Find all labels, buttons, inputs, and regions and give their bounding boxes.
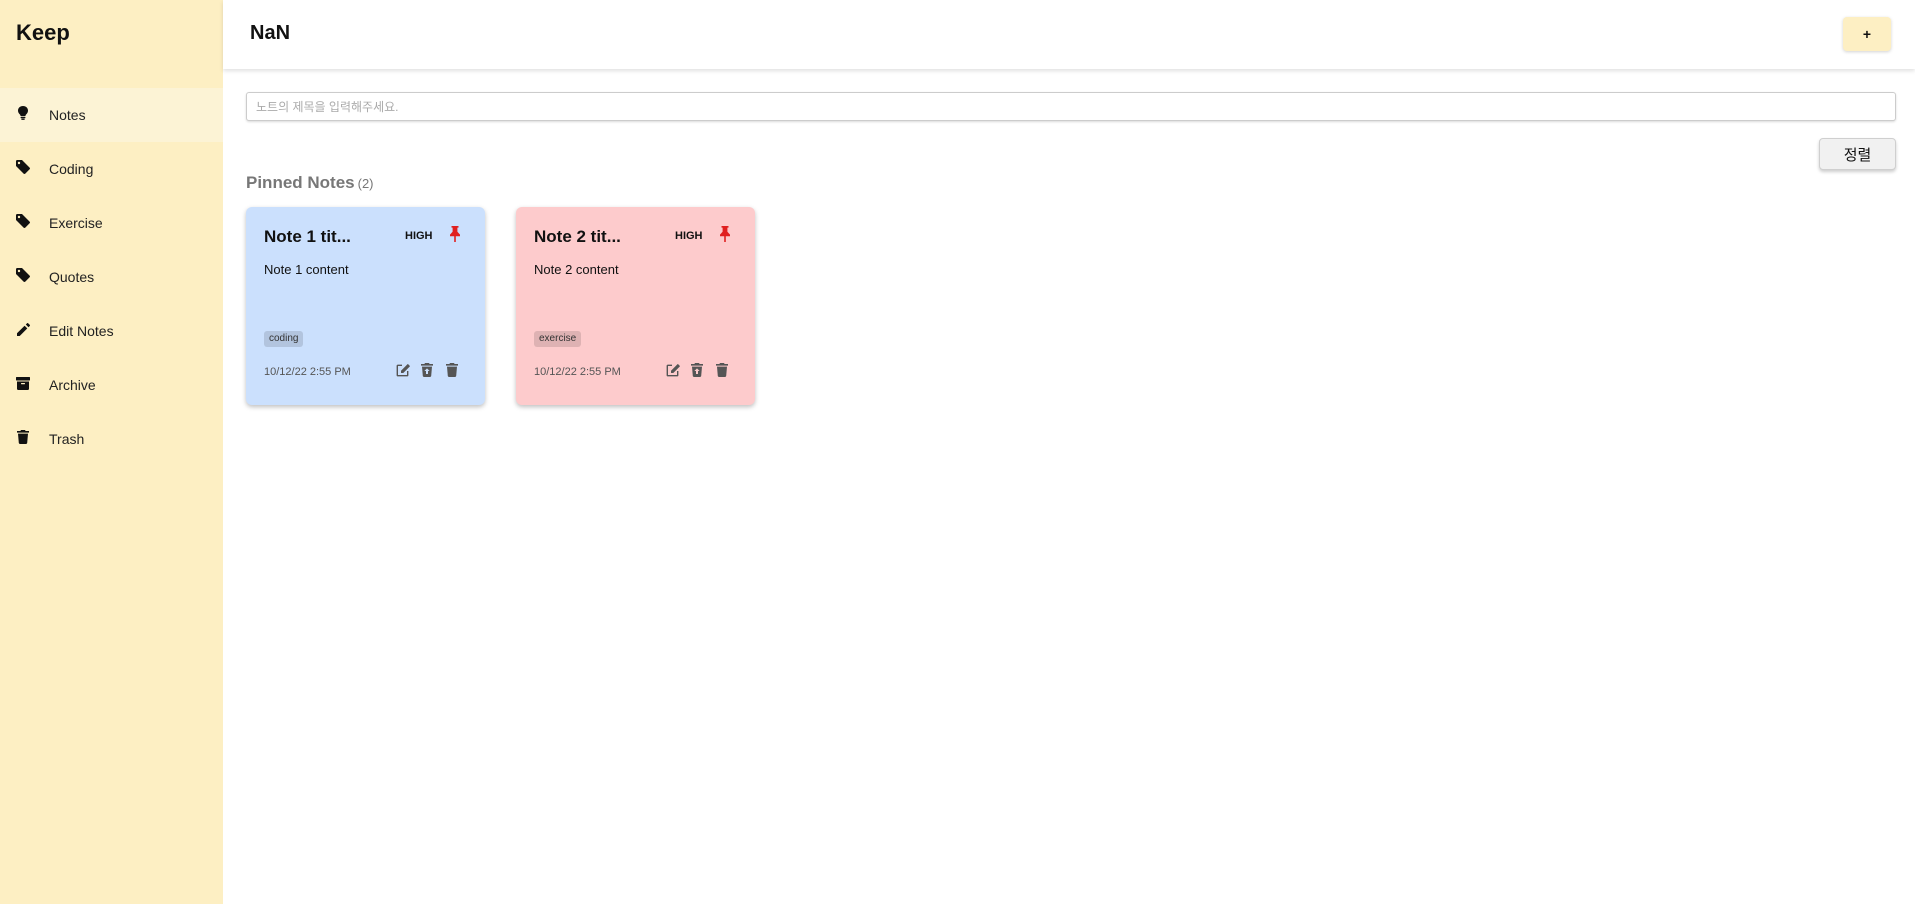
sidebar-item-archive[interactable]: Archive [0, 358, 223, 412]
note-tag: exercise [534, 331, 582, 347]
add-note-button[interactable]: + [1843, 17, 1891, 51]
edit-icon[interactable] [396, 363, 410, 377]
note-actions [666, 363, 730, 377]
sidebar-item-exercise[interactable]: Exercise [0, 196, 223, 250]
note-content: Note 2 content [534, 262, 619, 277]
note-title: Note 1 tit... [264, 227, 351, 246]
pin-icon[interactable] [719, 226, 731, 242]
pencil-icon [16, 322, 30, 336]
sidebar-item-coding[interactable]: Coding [0, 142, 223, 196]
page-title: NaN [250, 22, 291, 44]
sidebar-item-label: Exercise [49, 215, 103, 231]
top-header: NaN + [223, 0, 1915, 69]
edit-icon[interactable] [666, 363, 680, 377]
search-input[interactable] [246, 92, 1896, 121]
sidebar-item-notes[interactable]: Notes [0, 88, 223, 142]
sidebar-item-label: Quotes [49, 269, 95, 285]
lightbulb-icon [16, 106, 30, 120]
note-date: 10/12/22 2:55 PM [534, 366, 621, 378]
tag-icon [16, 268, 30, 282]
delete-icon[interactable] [446, 363, 460, 377]
note-card[interactable]: Note 2 tit... HIGH Note 2 content exerci… [516, 207, 755, 405]
sidebar-item-label: Edit Notes [49, 323, 114, 339]
archive-icon [16, 376, 30, 390]
sidebar-item-label: Coding [49, 161, 94, 177]
note-date: 10/12/22 2:55 PM [264, 366, 351, 378]
sidebar-item-quotes[interactable]: Quotes [0, 250, 223, 304]
sidebar-item-label: Trash [49, 431, 85, 447]
note-actions [396, 363, 460, 377]
sort-button[interactable]: 정렬 [1819, 138, 1896, 170]
pinned-notes-heading: Pinned Notes (2) [246, 173, 374, 193]
sidebar-item-trash[interactable]: Trash [0, 412, 223, 466]
trash-icon [16, 430, 30, 444]
note-tag: coding [264, 331, 304, 347]
tag-icon [16, 160, 30, 174]
priority-label: HIGH [675, 230, 703, 242]
delete-icon[interactable] [716, 363, 730, 377]
sidebar-item-edit-notes[interactable]: Edit Notes [0, 304, 223, 358]
pinned-notes-title: Pinned Notes [246, 173, 355, 192]
sidebar-item-label: Notes [49, 107, 86, 123]
sidebar-nav: Notes Coding Exercise Quotes Edit Notes [0, 88, 223, 466]
note-title: Note 2 tit... [534, 227, 621, 246]
sidebar-item-label: Archive [49, 377, 96, 393]
archive-note-icon[interactable] [691, 363, 705, 377]
note-content: Note 1 content [264, 262, 349, 277]
tag-icon [16, 214, 30, 228]
sidebar: Keep Notes Coding Exercise Quotes Edit N… [0, 0, 223, 904]
priority-label: HIGH [405, 230, 433, 242]
archive-note-icon[interactable] [421, 363, 435, 377]
note-card[interactable]: Note 1 tit... HIGH Note 1 content coding… [246, 207, 485, 405]
app-brand: Keep [16, 20, 70, 45]
pinned-notes-count: (2) [357, 176, 374, 191]
pin-icon[interactable] [449, 226, 461, 242]
